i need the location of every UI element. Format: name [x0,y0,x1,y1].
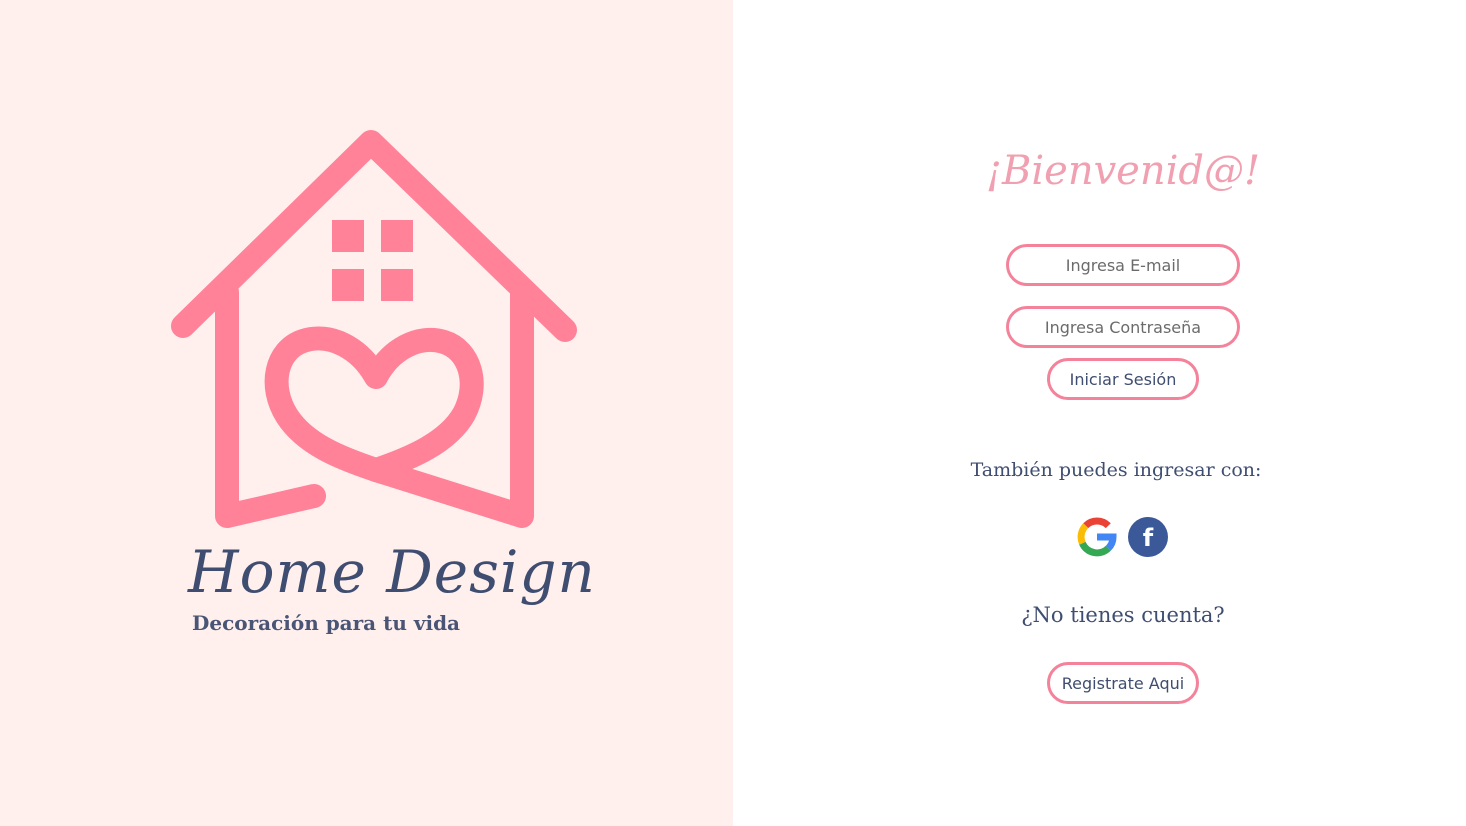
register-button[interactable]: Registrate Aqui [1047,662,1199,704]
brand-tagline: Decoración para tu vida [192,611,461,635]
social-login-prompt: También puedes ingresar con: [970,459,1262,481]
password-input[interactable] [1006,306,1240,348]
email-input[interactable] [1006,244,1240,286]
facebook-login-button[interactable]: f [1128,517,1168,557]
welcome-title: ¡Bienvenid@! [985,148,1261,194]
login-panel: ¡Bienvenid@! Iniciar Sesión También pued… [733,0,1466,826]
brand-name: Home Design [188,538,596,606]
google-login-button[interactable] [1077,517,1117,557]
brand-panel: Home Design Decoración para tu vida [0,0,733,826]
google-icon [1077,517,1117,557]
no-account-prompt: ¿No tienes cuenta? [1021,603,1225,627]
login-button[interactable]: Iniciar Sesión [1047,358,1199,400]
facebook-icon: f [1142,524,1154,552]
